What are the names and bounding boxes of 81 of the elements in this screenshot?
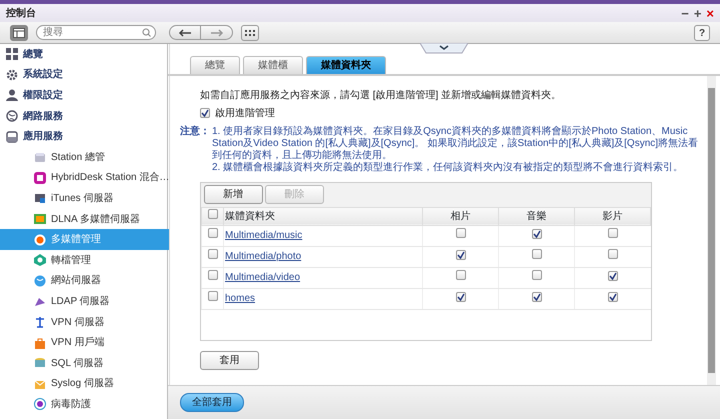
sidebar-item[interactable]: Station 總管 [0, 146, 170, 168]
bag-icon [34, 336, 46, 349]
back-arrow-icon [178, 28, 192, 36]
back-button[interactable] [169, 25, 201, 40]
checkbox[interactable] [208, 249, 218, 259]
app-icon [34, 172, 46, 184]
tab[interactable]: 總覽 [190, 56, 240, 74]
sidebar-item[interactable]: 轉檔管理 [0, 250, 170, 271]
column-header: 影片 [602, 210, 622, 222]
gear-icon [6, 68, 18, 81]
server-icon [34, 192, 46, 204]
checkbox[interactable] [208, 291, 218, 301]
sidebar-item[interactable]: 網站伺服器 [0, 270, 170, 292]
sidebar-item[interactable]: LDAP 伺服器 [0, 291, 170, 312]
checkbox[interactable] [608, 228, 618, 238]
checkbox[interactable] [208, 228, 218, 238]
collapse-tab-icon[interactable] [420, 43, 468, 54]
sidebar-item[interactable]: iTunes 伺服器 [0, 188, 170, 209]
add-button[interactable]: 新增 [204, 185, 262, 204]
tray-icon [6, 130, 18, 143]
minimize-button[interactable]: − [681, 6, 689, 20]
sidebar-item[interactable]: 權限設定 [0, 85, 170, 106]
checkbox[interactable] [532, 249, 542, 259]
checkbox[interactable] [608, 292, 618, 302]
checkbox[interactable] [532, 270, 542, 280]
note-text: 2. 媒體櫃會根據該資料夾所定義的類型進行作業，任何該資料夾內沒有被指定的類型將不會進行資料索引。 [212, 162, 684, 174]
sidebar-item[interactable]: 病毒防護 [0, 394, 170, 415]
checkbox[interactable] [608, 271, 618, 281]
hexagon-icon [34, 254, 46, 266]
monitor-icon [34, 213, 46, 226]
checkbox[interactable] [456, 292, 466, 302]
apply-all-button[interactable]: 全部套用 [180, 393, 244, 412]
folder-link[interactable]: Multimedia/music [225, 230, 302, 241]
checkbox[interactable] [532, 292, 542, 302]
sidebar-item[interactable]: 應用服務 [0, 126, 170, 147]
checkbox[interactable] [608, 249, 618, 259]
sidebar-toggle-icon[interactable] [10, 24, 28, 40]
sidebar-item[interactable]: VPN 伺服器 [0, 312, 170, 332]
tab[interactable]: 媒體資料夾 [306, 56, 386, 74]
drive-icon [34, 151, 46, 164]
globe-icon [6, 110, 18, 122]
column-header: 音樂 [526, 210, 546, 222]
checkbox[interactable] [200, 108, 210, 118]
folder-link[interactable]: Multimedia/video [225, 272, 300, 283]
scrollbar-thumb[interactable] [708, 88, 715, 373]
globe-icon [34, 274, 46, 287]
user-icon [6, 89, 18, 102]
help-button[interactable]: ? [694, 24, 710, 40]
checkbox[interactable] [456, 270, 466, 280]
column-header: 媒體資料夾 [225, 210, 275, 222]
checkbox-label: 啟用進階管理 [215, 106, 275, 120]
checkbox[interactable] [456, 250, 466, 260]
sidebar-item[interactable]: DLNA 多媒體伺服器 [0, 208, 170, 230]
window-title: 控制台 [6, 6, 36, 20]
forward-arrow-icon [210, 28, 224, 36]
checkbox[interactable] [456, 228, 466, 238]
folder-link[interactable]: homes [225, 293, 256, 304]
sidebar-item[interactable]: 總覽 [0, 44, 170, 65]
search-field[interactable]: 搜尋 [36, 25, 156, 40]
database-icon [34, 357, 46, 370]
apply-button[interactable]: 套用 [200, 350, 259, 370]
note-text: 1. 使用者家目錄預設為媒體資料夾。在家目錄及Qsync資料夾的多媒體資料將會顯示於Photo Station、Music Station及Video Station 的[私人典藏]及[Qsync]。 如果取消此設定，該Station中的[私人典藏]及[Qsync]將無法看到任何的資料，且上傳功能將無法使用。 [212, 126, 699, 162]
sidebar-item[interactable]: HybridDesk Station 混合… [0, 168, 170, 188]
sidebar-item[interactable]: 網路服務 [0, 106, 170, 126]
apps-grid-icon[interactable] [241, 24, 259, 40]
column-header: 相片 [450, 210, 470, 222]
shape-icon [34, 295, 46, 308]
tab[interactable]: 媒體櫃 [243, 56, 303, 74]
sidebar-item[interactable]: Syslog 伺服器 [0, 374, 170, 394]
checkbox[interactable] [208, 270, 218, 280]
sidebar-item[interactable]: VPN 用戶端 [0, 332, 170, 353]
sidebar-item[interactable]: SQL 伺服器 [0, 352, 170, 374]
checkbox[interactable] [532, 229, 542, 239]
note-label: 注意： [180, 126, 210, 138]
sidebar-item[interactable]: 系統設定 [0, 64, 170, 86]
folder-link[interactable]: Multimedia/photo [225, 251, 302, 262]
intro-text: 如需自訂應用服務之內容來源，請勾選 [啟用進階管理] 並新增或編輯媒體資料夾。 [200, 88, 562, 103]
maximize-button[interactable]: + [694, 6, 702, 20]
checkbox[interactable] [208, 208, 218, 218]
close-button[interactable]: × [706, 6, 714, 20]
overview-icon [6, 48, 18, 60]
